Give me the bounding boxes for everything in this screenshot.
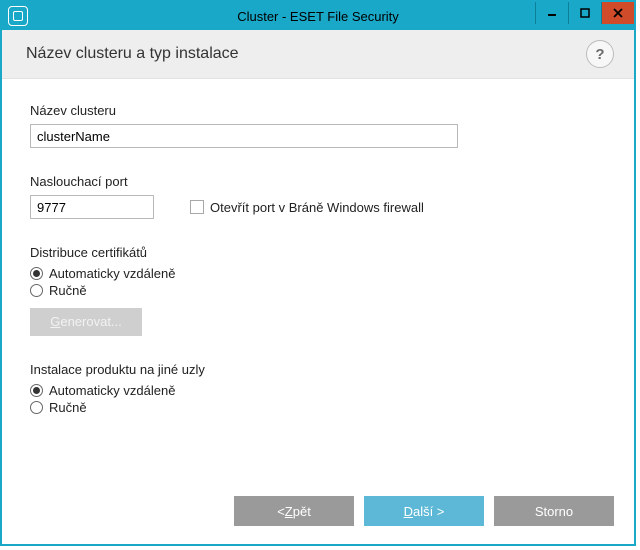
wizard-window: Cluster - ESET File Security Název clust… (0, 0, 636, 546)
minimize-button[interactable] (535, 2, 568, 24)
titlebar[interactable]: Cluster - ESET File Security (2, 2, 634, 30)
minimize-icon (547, 8, 557, 18)
cert-auto-label: Automaticky vzdáleně (49, 266, 175, 281)
cert-distribution-section: Distribuce certifikátů Automaticky vzdál… (30, 245, 606, 336)
install-section: Instalace produktu na jiné uzly Automati… (30, 362, 606, 415)
app-icon (8, 6, 28, 26)
install-auto-label: Automaticky vzdáleně (49, 383, 175, 398)
firewall-checkbox-label: Otevřít port v Bráně Windows firewall (210, 200, 424, 215)
cert-manual-radio-row[interactable]: Ručně (30, 283, 606, 298)
help-button[interactable]: ? (586, 40, 614, 68)
cert-auto-radio-row[interactable]: Automaticky vzdáleně (30, 266, 606, 281)
firewall-checkbox[interactable] (190, 200, 204, 214)
close-icon (613, 8, 623, 18)
install-manual-radio[interactable] (30, 401, 43, 414)
wizard-header: Název clusteru a typ instalace ? (2, 30, 634, 79)
close-button[interactable] (601, 2, 634, 24)
next-button[interactable]: Další > (364, 496, 484, 526)
install-label: Instalace produktu na jiné uzly (30, 362, 606, 377)
cert-manual-radio[interactable] (30, 284, 43, 297)
install-auto-radio-row[interactable]: Automaticky vzdáleně (30, 383, 606, 398)
firewall-checkbox-row[interactable]: Otevřít port v Bráně Windows firewall (190, 200, 424, 215)
window-controls (535, 2, 634, 24)
maximize-button[interactable] (568, 2, 601, 24)
page-title: Název clusteru a typ instalace (26, 45, 239, 63)
cert-auto-radio[interactable] (30, 267, 43, 280)
cert-distribution-label: Distribuce certifikátů (30, 245, 606, 260)
footer-buttons: < Zpět Další > Storno (224, 496, 614, 526)
install-manual-radio-row[interactable]: Ručně (30, 400, 606, 415)
install-auto-radio[interactable] (30, 384, 43, 397)
back-button[interactable]: < Zpět (234, 496, 354, 526)
port-label: Naslouchací port (30, 174, 606, 189)
generate-button: Generovat... (30, 308, 142, 336)
port-input[interactable] (30, 195, 154, 219)
content-area: Název clusteru Naslouchací port Otevřít … (2, 79, 634, 415)
cert-manual-label: Ručně (49, 283, 87, 298)
cancel-button[interactable]: Storno (494, 496, 614, 526)
port-section: Naslouchací port Otevřít port v Bráně Wi… (30, 174, 606, 219)
cluster-name-label: Název clusteru (30, 103, 606, 118)
install-manual-label: Ručně (49, 400, 87, 415)
cluster-name-input[interactable] (30, 124, 458, 148)
maximize-icon (580, 8, 590, 18)
